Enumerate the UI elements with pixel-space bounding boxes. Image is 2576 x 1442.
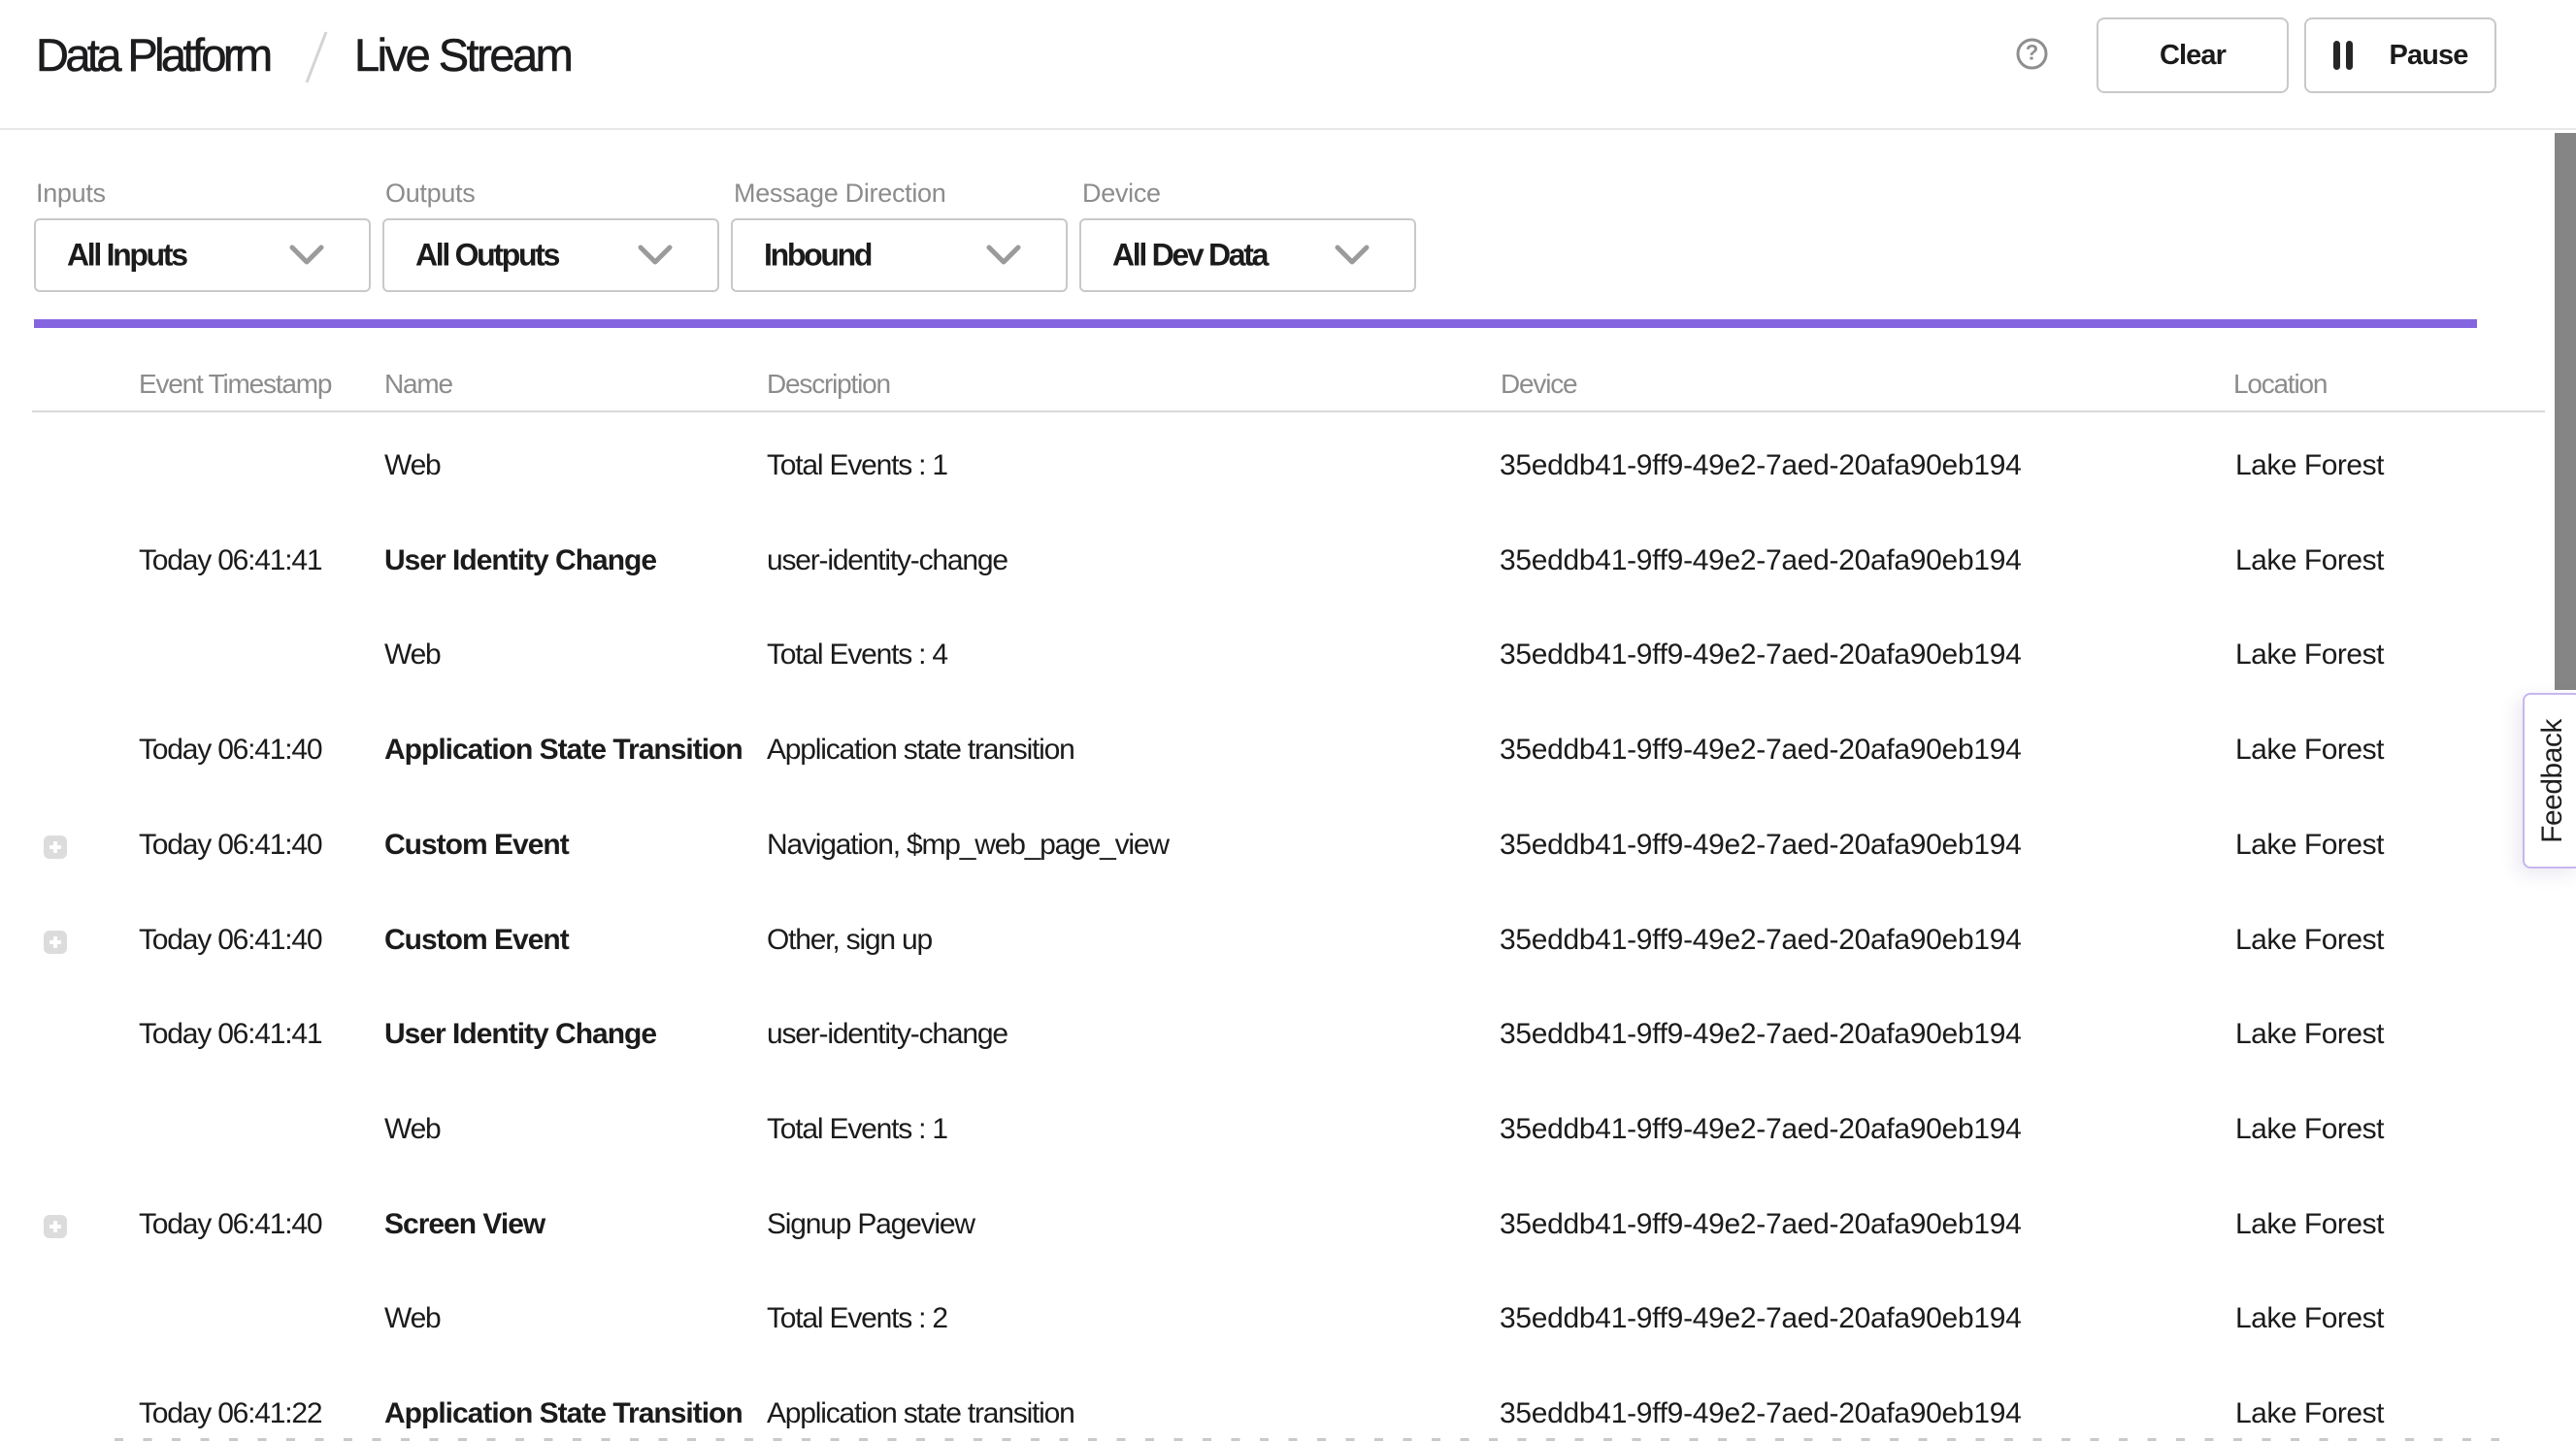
- svg-text:?: ?: [2026, 41, 2038, 65]
